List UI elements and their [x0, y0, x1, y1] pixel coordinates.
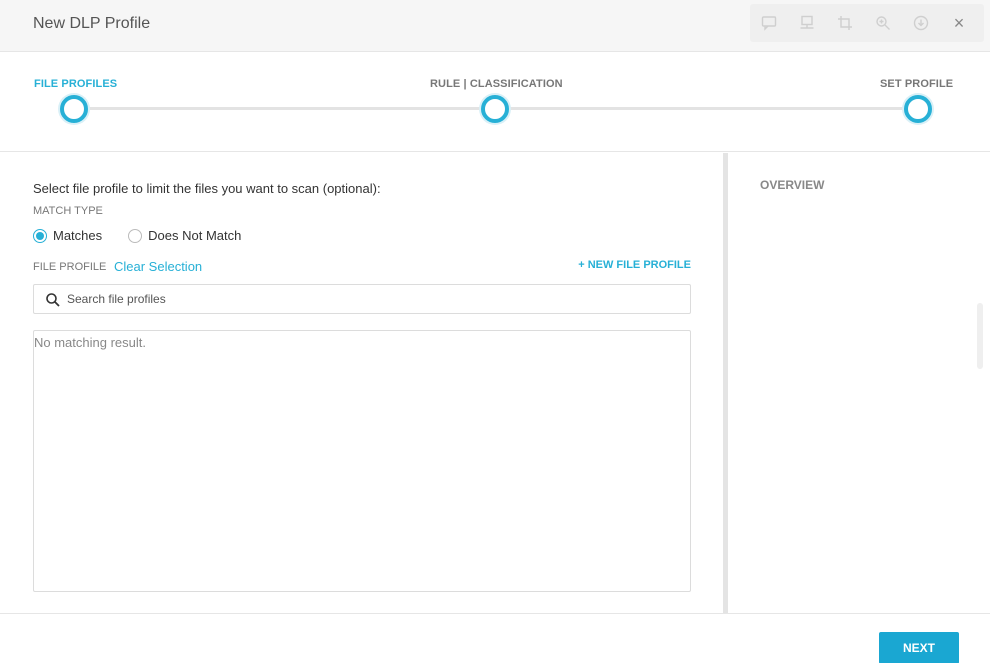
- step-label-rule-classification[interactable]: RULE | CLASSIFICATION: [430, 78, 563, 90]
- empty-result-text: No matching result.: [34, 335, 146, 350]
- radio-matches-label: Matches: [53, 228, 103, 243]
- close-icon[interactable]: ×: [948, 12, 970, 34]
- file-profile-row: FILE PROFILE Clear Selection + NEW FILE …: [33, 259, 691, 275]
- zoom-icon[interactable]: [872, 12, 894, 34]
- search-input[interactable]: [67, 289, 667, 309]
- match-type-label: MATCH TYPE: [33, 205, 103, 217]
- match-type-radio-group: Matches Does Not Match: [33, 228, 267, 243]
- radio-does-not-match[interactable]: Does Not Match: [128, 228, 241, 243]
- step-node-set-profile[interactable]: [904, 95, 932, 123]
- dialog-title: New DLP Profile: [33, 15, 151, 32]
- clear-selection-link[interactable]: Clear Selection: [114, 259, 202, 274]
- screenshot-toolbar: ×: [750, 4, 984, 42]
- radio-button-unchecked[interactable]: [128, 228, 143, 243]
- search-box: [33, 284, 691, 314]
- file-profile-label: FILE PROFILE: [33, 261, 107, 273]
- crop-icon[interactable]: [834, 12, 856, 34]
- file-profile-panel: Select file profile to limit the files y…: [0, 153, 722, 613]
- step-label-file-profiles[interactable]: FILE PROFILES: [34, 78, 117, 90]
- search-icon: [46, 293, 60, 307]
- comment-icon[interactable]: [758, 12, 780, 34]
- wizard-stepper: FILE PROFILES RULE | CLASSIFICATION SET …: [0, 52, 990, 152]
- step-node-rule-classification[interactable]: [481, 95, 509, 123]
- file-profile-results-list[interactable]: No matching result.: [33, 330, 691, 592]
- radio-does-not-match-label: Does Not Match: [148, 228, 242, 243]
- intro-text: Select file profile to limit the files y…: [33, 181, 381, 196]
- new-file-profile-link[interactable]: + NEW FILE PROFILE: [578, 259, 691, 271]
- panel-divider[interactable]: [723, 153, 728, 613]
- step-node-file-profiles[interactable]: [60, 95, 88, 123]
- download-icon[interactable]: [910, 12, 932, 34]
- step-label-set-profile[interactable]: SET PROFILE: [880, 78, 953, 90]
- dialog-footer: NEXT: [0, 613, 990, 663]
- overview-heading: OVERVIEW: [760, 178, 825, 192]
- next-button[interactable]: NEXT: [879, 632, 959, 663]
- radio-button-checked[interactable]: [33, 228, 47, 243]
- radio-matches[interactable]: Matches: [33, 228, 102, 243]
- presenter-icon[interactable]: [796, 12, 818, 34]
- overview-scrollbar[interactable]: [977, 303, 983, 369]
- dialog-header: New DLP Profile ×: [0, 0, 990, 52]
